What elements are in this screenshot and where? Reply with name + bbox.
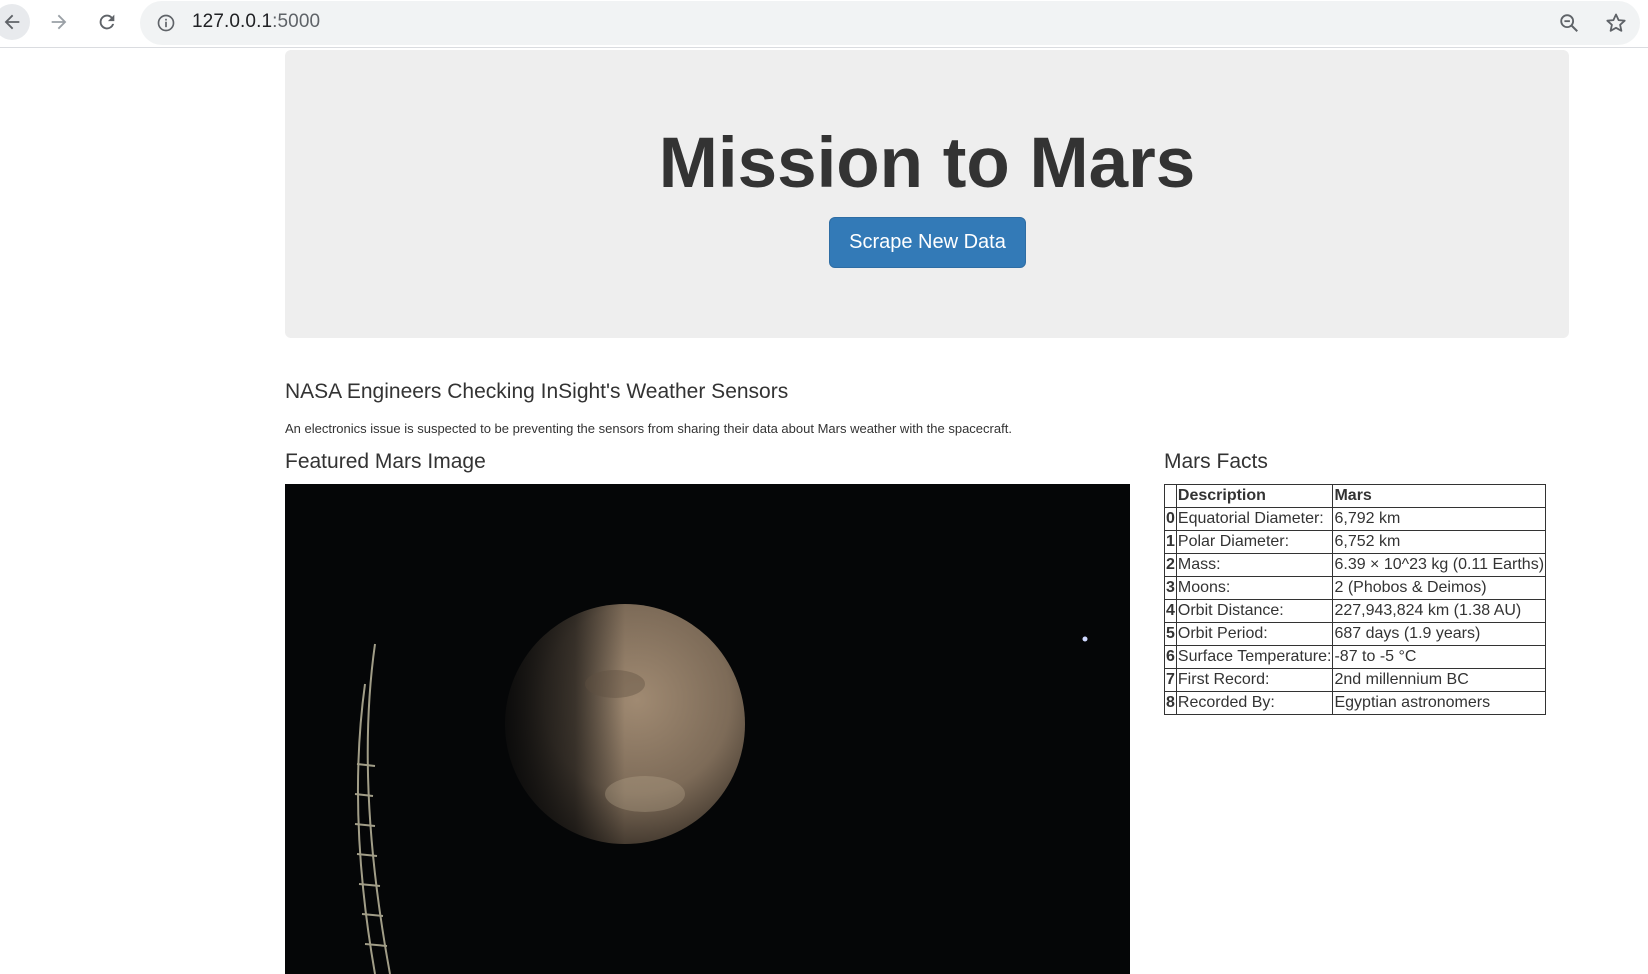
url-host: 127.0.0.1: [192, 11, 273, 32]
back-button[interactable]: [0, 4, 30, 40]
mars-facts-heading: Mars Facts: [1164, 450, 1268, 473]
row-index: 8: [1164, 691, 1177, 715]
row-index: 6: [1164, 645, 1177, 669]
column-header: Mars: [1332, 484, 1547, 508]
row-description: Recorded By:: [1175, 691, 1334, 715]
mars-image-graphic: [285, 484, 1130, 974]
table-row: 7 First Record: 2nd millennium BC: [1164, 668, 1547, 692]
row-index: 5: [1164, 622, 1177, 646]
row-index: 3: [1164, 576, 1177, 600]
row-description: Mass:: [1175, 553, 1334, 577]
row-index: 2: [1164, 553, 1177, 577]
news-title: NASA Engineers Checking InSight's Weathe…: [285, 380, 789, 403]
table-row: 5 Orbit Period: 687 days (1.9 years): [1164, 622, 1547, 646]
table-row: 6 Surface Temperature: -87 to -5 °C: [1164, 645, 1547, 669]
url-text: 127.0.0.1:5000: [192, 11, 320, 33]
row-value: Egyptian astronomers: [1332, 691, 1547, 715]
table-row: 2 Mass: 6.39 × 10^23 kg (0.11 Earths): [1164, 553, 1547, 577]
row-description: Polar Diameter:: [1175, 530, 1334, 554]
row-value: 2 (Phobos & Deimos): [1332, 576, 1547, 600]
row-index: 0: [1164, 507, 1177, 531]
column-header: Description: [1175, 484, 1334, 508]
row-value: -87 to -5 °C: [1332, 645, 1547, 669]
page-title: Mission to Mars: [658, 124, 1196, 203]
arrow-left-icon: [4, 14, 20, 30]
row-index: 1: [1164, 530, 1177, 554]
row-value: 6,792 km: [1332, 507, 1547, 531]
address-bar[interactable]: 127.0.0.1:5000: [140, 1, 1640, 45]
reload-button[interactable]: [89, 4, 125, 40]
row-description: Moons:: [1175, 576, 1334, 600]
row-value: 6,752 km: [1332, 530, 1547, 554]
table-row: 4 Orbit Distance: 227,943,824 km (1.38 AU): [1164, 599, 1547, 623]
row-description: Surface Temperature:: [1175, 645, 1334, 669]
featured-image-heading: Featured Mars Image: [285, 450, 486, 473]
table-row: 0 Equatorial Diameter: 6,792 km: [1164, 507, 1547, 531]
table-row: 1 Polar Diameter: 6,752 km: [1164, 530, 1547, 554]
row-value: 687 days (1.9 years): [1332, 622, 1547, 646]
row-value: 6.39 × 10^23 kg (0.11 Earths): [1332, 553, 1547, 577]
row-value: 227,943,824 km (1.38 AU): [1332, 599, 1547, 623]
featured-mars-image: [285, 484, 1130, 974]
info-icon[interactable]: [156, 13, 176, 33]
news-teaser: An electronics issue is suspected to be …: [285, 421, 1012, 436]
table-row: 8 Recorded By: Egyptian astronomers: [1164, 691, 1547, 715]
reload-icon: [99, 14, 115, 30]
mars-facts-table: Description Mars 0 Equatorial Diameter: 6,…: [1164, 484, 1547, 715]
row-index: 7: [1164, 668, 1177, 692]
row-value: 2nd millennium BC: [1332, 668, 1547, 692]
forward-button[interactable]: [41, 4, 77, 40]
zoom-out-icon[interactable]: [1558, 12, 1580, 34]
url-port: :5000: [272, 11, 321, 32]
browser-toolbar: 127.0.0.1:5000: [0, 0, 1648, 48]
table-index-header: [1164, 484, 1177, 508]
scrape-new-data-button[interactable]: Scrape New Data: [829, 217, 1026, 268]
row-description: Orbit Distance:: [1175, 599, 1334, 623]
table-header-row: Description Mars: [1164, 484, 1547, 508]
bookmark-star-icon[interactable]: [1604, 11, 1628, 35]
table-row: 3 Moons: 2 (Phobos & Deimos): [1164, 576, 1547, 600]
arrow-right-icon: [51, 14, 67, 30]
row-description: Equatorial Diameter:: [1175, 507, 1334, 531]
row-index: 4: [1164, 599, 1177, 623]
row-description: First Record:: [1175, 668, 1334, 692]
row-description: Orbit Period:: [1175, 622, 1334, 646]
